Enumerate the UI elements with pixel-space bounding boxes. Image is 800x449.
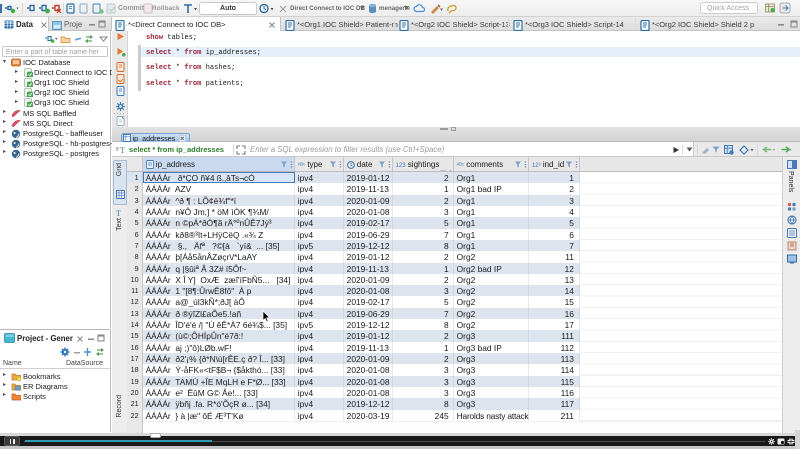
svg-text:T: T (116, 209, 121, 217)
svg-text:T: T (120, 146, 125, 154)
